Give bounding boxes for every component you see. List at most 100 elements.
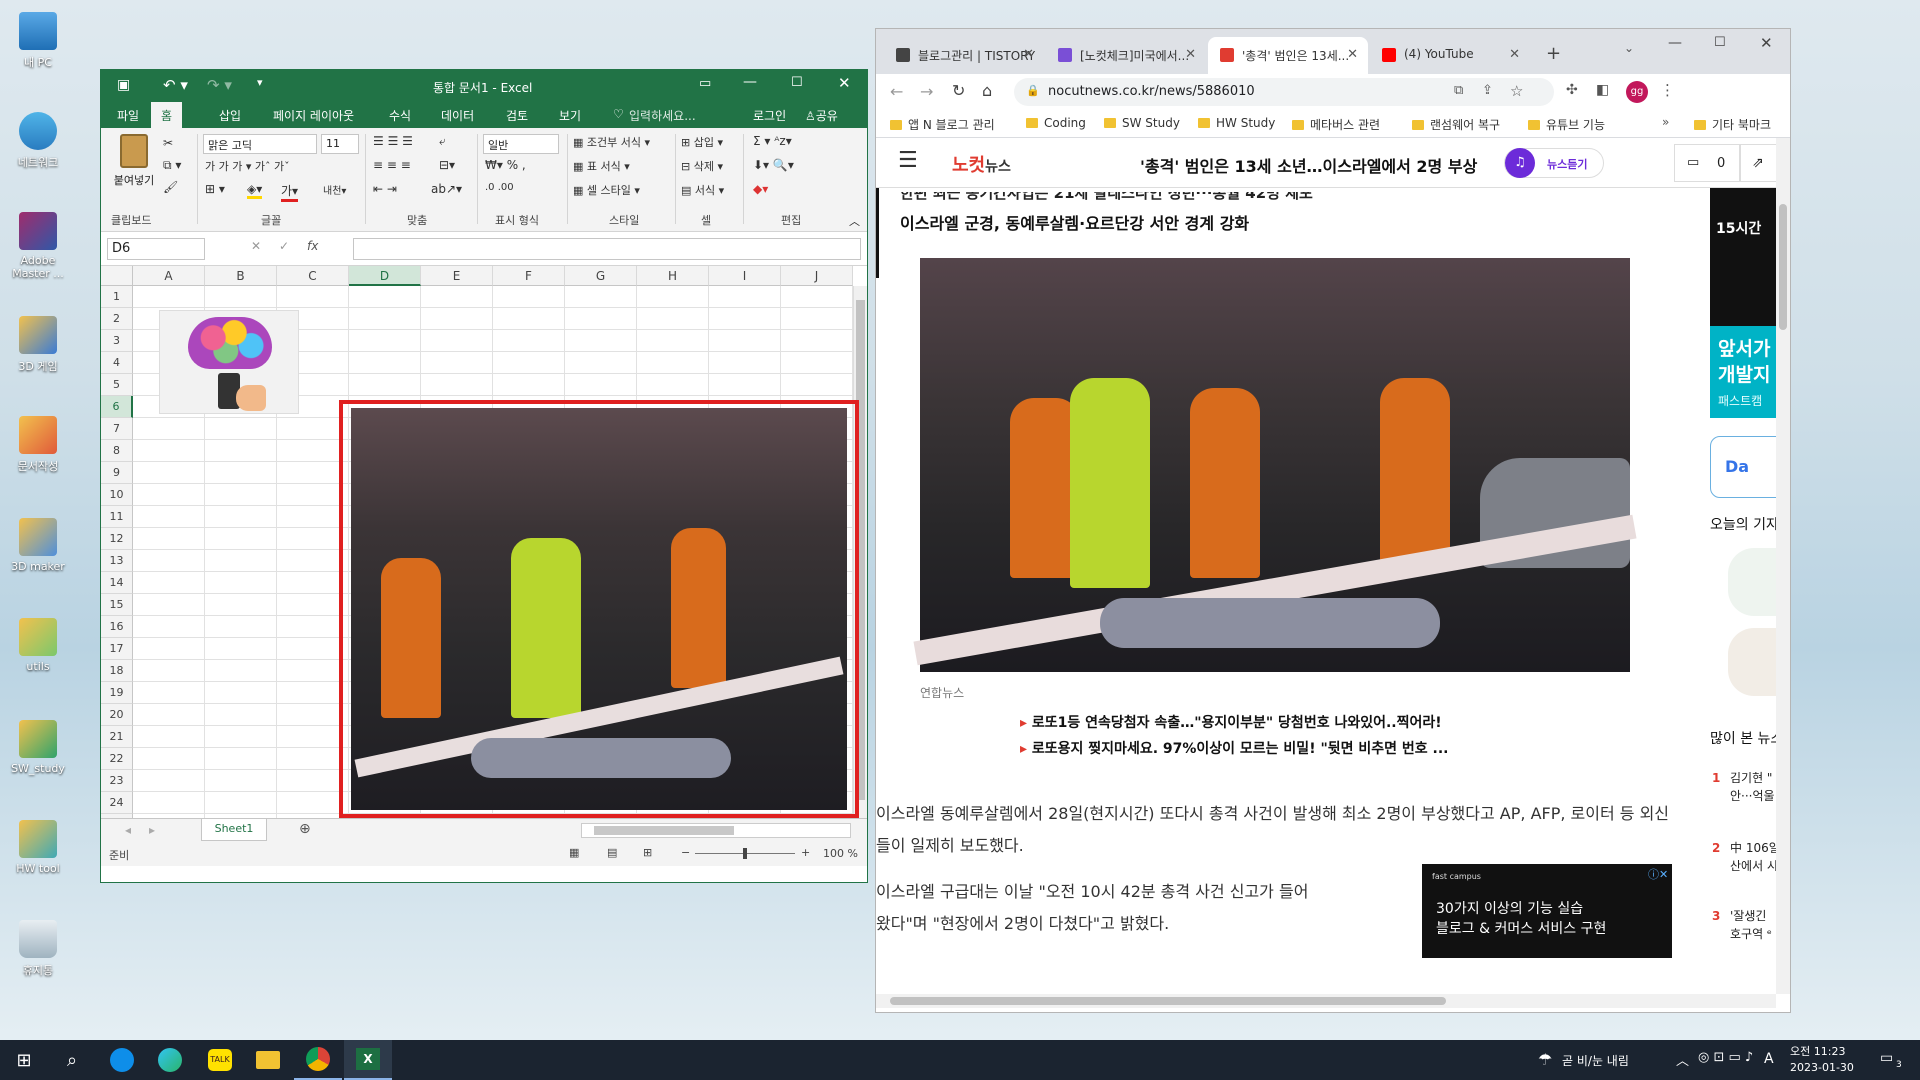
desktop-icon-this-pc[interactable]: 내 PC [6, 12, 70, 70]
clear-icon[interactable]: ◆▾ [753, 182, 768, 196]
promo-link-2[interactable]: ▸ 로또용지 찢지마세요. 97%이상이 모르는 비밀! "뒷면 비추면 번호 … [1020, 738, 1448, 758]
row-header[interactable]: 8 [101, 440, 133, 462]
decimal-icon[interactable]: .0 .00 [485, 182, 514, 193]
minimize-icon[interactable]: — [743, 74, 757, 90]
reload-icon[interactable]: ↻ [952, 81, 965, 100]
bookmark-other[interactable]: 기타 북마크 [1694, 116, 1771, 133]
page-scroll-thumb[interactable] [1779, 204, 1787, 330]
align-left-icon[interactable]: ≡ ≡ ≡ [373, 158, 411, 172]
bookmark-star-icon[interactable]: ☆ [1510, 82, 1523, 100]
row-header[interactable]: 6 [101, 396, 133, 418]
merge-icon[interactable]: ⊟▾ [439, 158, 455, 172]
login-button[interactable]: 로그인 [753, 107, 786, 124]
insert-function-icon[interactable]: fx [307, 239, 318, 253]
desktop-icon-recycle-bin[interactable]: 휴지통 [6, 920, 70, 978]
zoom-slider[interactable] [695, 848, 795, 859]
bookmark-hw-study[interactable]: HW Study [1198, 116, 1275, 130]
weather-text[interactable]: 곧 비/눈 내림 [1562, 1052, 1629, 1069]
font-grow-shrink-icons[interactable]: 가 가 가 ▾ 가ˆ 가ˇ [205, 158, 290, 174]
promo-link-1[interactable]: ▸ 로또1등 연속당첨자 속출…"용지이부분" 당첨번호 나와있어..찍어라! [1020, 712, 1442, 732]
kakaotalk-button[interactable]: TALK [196, 1040, 244, 1080]
align-top-icon[interactable]: ☰ ☰ ☰ [373, 134, 413, 148]
row-header[interactable]: 9 [101, 462, 133, 484]
close-tab-icon[interactable]: ✕ [1347, 47, 1358, 62]
bookmark-ransomware[interactable]: 랜섬웨어 복구 [1412, 116, 1500, 133]
tab-review[interactable]: 검토 [506, 107, 528, 124]
sheet-nav-left-icon[interactable]: ◂ [125, 823, 131, 837]
collapse-ribbon-icon[interactable]: ︿ [849, 213, 860, 229]
row-header[interactable]: 2 [101, 308, 133, 330]
worksheet-grid[interactable]: ABCDEFGHIJ 1 2 3 4 5 6 7 8 9 10 11 12 13 14 15 16 17 18 19… [101, 266, 867, 818]
desktop-icon-adobe[interactable]: Adobe Master ... [6, 212, 70, 280]
row-header[interactable]: 22 [101, 748, 133, 770]
popular-item-1[interactable]: 1 김기현 " 안···억울 [1712, 770, 1775, 803]
paste-button[interactable]: 붙여넣기 [109, 134, 159, 188]
tab-page-layout[interactable]: 페이지 레이아웃 [273, 107, 354, 124]
border-icon[interactable]: ⊞ ▾ [205, 182, 225, 196]
share-article-button[interactable]: ⇗ [1740, 144, 1780, 182]
phonetic-icon[interactable]: 내천▾ [323, 182, 346, 197]
new-tab-icon[interactable]: + [1546, 43, 1561, 64]
bookmark-metaverse[interactable]: 메타버스 관련 [1292, 116, 1380, 133]
ime-indicator[interactable]: A [1764, 1051, 1774, 1067]
fill-icon[interactable]: ⬇▾ 🔍▾ [753, 158, 794, 172]
row-header[interactable]: 17 [101, 638, 133, 660]
desktop-icon-docs[interactable]: 문서작성 [6, 416, 70, 474]
desktop-icon-3d-maker[interactable]: 3D maker [6, 518, 70, 573]
delete-cells-button[interactable]: ⊟ 삭제 ▾ [681, 158, 723, 174]
table-format-button[interactable]: ▦ 표 서식 ▾ [573, 158, 630, 174]
search-button[interactable]: ⌕ [48, 1040, 96, 1080]
row-header[interactable]: 14 [101, 572, 133, 594]
row-header[interactable]: 16 [101, 616, 133, 638]
column-header[interactable]: G [565, 266, 637, 286]
font-name-select[interactable]: 맑은 고딕 [203, 134, 317, 154]
bookmark-youtube-features[interactable]: 유튜브 기능 [1528, 116, 1605, 133]
close-tab-icon[interactable]: ✕ [1509, 47, 1520, 62]
edge-button[interactable] [146, 1040, 194, 1080]
listen-button[interactable]: ♫ 뉴스듣기 [1504, 148, 1604, 178]
notification-icon[interactable]: ▭ [1880, 1050, 1893, 1066]
minimize-icon[interactable]: — [1668, 35, 1682, 51]
row-header[interactable]: 12 [101, 528, 133, 550]
row-header[interactable]: 10 [101, 484, 133, 506]
sidebar-daum-button[interactable]: Da [1710, 436, 1780, 498]
font-size-select[interactable]: 11 [321, 134, 359, 154]
bookmark-blog-admin[interactable]: 앱 N 블로그 관리 [890, 116, 995, 133]
sheet-nav-right-icon[interactable]: ▸ [149, 823, 155, 837]
weather-icon[interactable]: ☂ [1538, 1050, 1552, 1069]
zoom-in-icon[interactable]: + [801, 846, 810, 859]
normal-view-icon[interactable]: ▦ [569, 846, 579, 859]
reporter-avatar-1[interactable] [1728, 548, 1780, 616]
column-header[interactable]: H [637, 266, 709, 286]
row-header[interactable]: 4 [101, 352, 133, 374]
zoom-slider-thumb[interactable] [743, 848, 747, 859]
fill-color-icon[interactable]: ◈▾ [247, 182, 263, 199]
save-icon[interactable]: ▣ [117, 77, 130, 93]
bookmark-sw-study[interactable]: SW Study [1104, 116, 1180, 130]
chrome-taskbar-button[interactable] [294, 1040, 342, 1080]
extensions-icon[interactable]: ✣ [1566, 82, 1578, 98]
desktop-icon-hw-tool[interactable]: HW tool [6, 820, 70, 875]
close-tab-icon[interactable]: ✕ [1185, 47, 1196, 62]
tab-nocut-check[interactable]: [노컷체크]미국에서... ✕ [1046, 37, 1206, 74]
copy-icon[interactable]: ⧉ ▾ [163, 158, 181, 173]
row-header[interactable]: 1 [101, 286, 133, 308]
orientation-icon[interactable]: ab↗▾ [431, 182, 462, 196]
column-header[interactable]: E [421, 266, 493, 286]
bookmarks-overflow-icon[interactable]: » [1662, 115, 1669, 129]
add-sheet-icon[interactable]: ⊕ [299, 821, 311, 837]
tray-overflow-icon[interactable]: ︿ [1676, 1050, 1689, 1069]
insert-cells-button[interactable]: ⊞ 삽입 ▾ [681, 134, 723, 150]
address-bar[interactable]: 🔒 nocutnews.co.kr/news/5886010 ⧉ ⇪ ☆ [1014, 78, 1554, 106]
page-layout-view-icon[interactable]: ▤ [607, 846, 617, 859]
hscroll-thumb[interactable] [594, 826, 734, 835]
inserted-brain-phone-image[interactable] [159, 310, 299, 414]
ad-close-icon[interactable]: ⓘ✕ [1648, 866, 1668, 882]
page-hscroll-thumb[interactable] [890, 997, 1446, 1005]
desktop-icon-network[interactable]: 네트워크 [6, 112, 70, 170]
close-icon[interactable]: ✕ [1760, 34, 1773, 52]
column-header[interactable]: I [709, 266, 781, 286]
page-horizontal-scrollbar[interactable] [876, 994, 1776, 1008]
ribbon-display-icon[interactable]: ▭ [699, 76, 711, 91]
tab-home[interactable]: 홈 [151, 102, 183, 128]
